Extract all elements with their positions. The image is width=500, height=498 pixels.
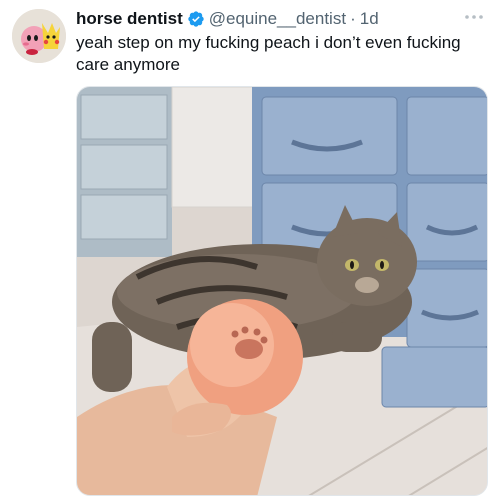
tweet-photo[interactable] <box>76 86 488 496</box>
timestamp[interactable]: 1d <box>360 9 379 29</box>
tweet: horse dentist @equine__dentist · 1d yeah… <box>0 0 500 498</box>
separator-dot: · <box>350 9 356 28</box>
handle[interactable]: @equine__dentist <box>209 9 346 29</box>
more-options-button[interactable] <box>462 8 486 26</box>
display-name[interactable]: horse dentist <box>76 9 183 29</box>
photo-cat-with-peach <box>77 87 487 495</box>
verified-badge-icon <box>187 10 205 28</box>
avatar[interactable] <box>12 9 66 63</box>
avatar-image <box>12 9 66 63</box>
tweet-header: horse dentist @equine__dentist · 1d <box>76 9 379 29</box>
tweet-text: yeah step on my fucking peach i don’t ev… <box>76 33 461 74</box>
more-horizontal-icon <box>465 15 483 19</box>
